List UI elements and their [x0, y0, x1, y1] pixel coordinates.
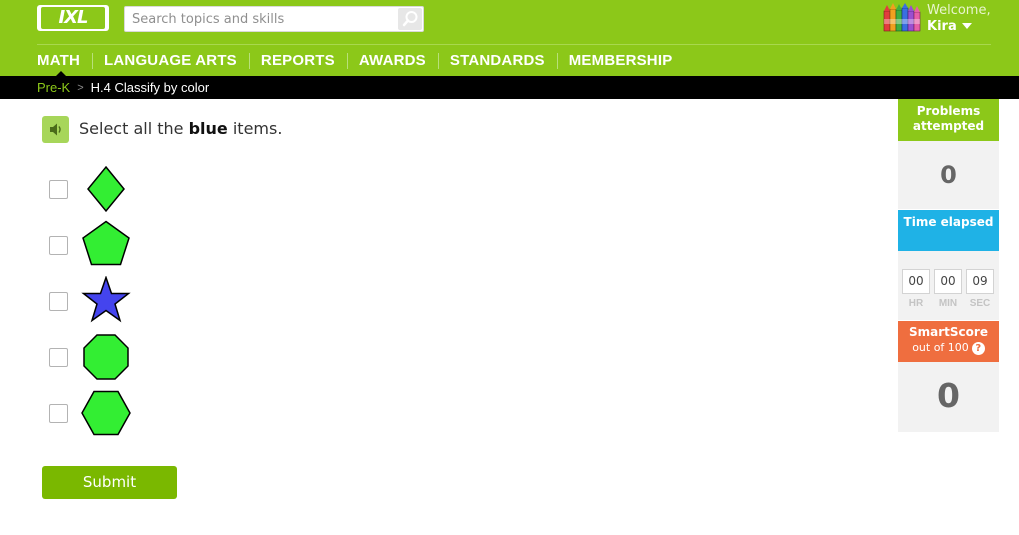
nav-language-arts[interactable]: LANGUAGE ARTS: [92, 50, 249, 72]
problems-attempted-box: 0: [898, 141, 999, 209]
submit-button[interactable]: Submit: [42, 466, 177, 499]
time-elapsed-label: Time elapsed: [903, 215, 994, 229]
nav-reports[interactable]: REPORTS: [248, 50, 347, 72]
blue-star-shape: [81, 276, 131, 323]
main-nav: MATH LANGUAGE ARTS REPORTS AWARDS STANDA…: [37, 50, 685, 77]
breadcrumb-current-skill: H.4 Classify by color: [90, 80, 210, 95]
problems-attempted-label: Problems attempted: [912, 104, 985, 133]
choice-octagon[interactable]: [48, 332, 138, 382]
smartscore-subtitle: out of 100?: [898, 340, 999, 355]
choice-checkbox[interactable]: [49, 404, 68, 423]
choice-checkbox[interactable]: [49, 236, 68, 255]
prompt-target-color: blue: [188, 119, 228, 138]
ixl-logo[interactable]: IXL: [37, 5, 109, 31]
chevron-down-icon: [961, 22, 972, 29]
choice-diamond[interactable]: [48, 164, 138, 214]
smartscore-sub-text: out of 100: [912, 341, 969, 354]
timer-minutes: 00: [934, 269, 962, 294]
user-name[interactable]: Kira: [927, 19, 972, 34]
nav-membership[interactable]: MEMBERSHIP: [556, 50, 685, 72]
green-octagon-shape: [83, 334, 129, 380]
speaker-icon: [50, 123, 61, 136]
breadcrumb: Pre-K > H.4 Classify by color: [37, 76, 209, 99]
prompt-prefix: Select all the: [79, 119, 189, 138]
choice-star[interactable]: [48, 276, 138, 326]
search-input[interactable]: [125, 7, 397, 31]
timer-seconds: 09: [966, 269, 994, 294]
crayons-avatar-icon: [883, 3, 921, 32]
problems-attempted-header: Problems attempted: [898, 99, 999, 141]
prompt-suffix: items.: [227, 119, 283, 138]
choice-checkbox[interactable]: [49, 292, 68, 311]
nav-standards[interactable]: STANDARDS: [437, 50, 557, 72]
choice-checkbox[interactable]: [49, 180, 68, 199]
user-menu[interactable]: Welcome, Kira: [883, 3, 1013, 35]
audio-button[interactable]: [42, 116, 69, 143]
smartscore-box: 0: [898, 362, 999, 432]
choice-checkbox[interactable]: [49, 348, 68, 367]
breadcrumb-separator: >: [77, 81, 84, 94]
breadcrumb-bar: Pre-K > H.4 Classify by color: [0, 76, 1019, 99]
smartscore-value: 0: [937, 376, 960, 415]
user-name-text: Kira: [927, 19, 957, 34]
problems-attempted-value: 0: [940, 161, 957, 189]
logo-text: IXL: [41, 7, 105, 29]
timer-seconds-label: SEC: [969, 298, 991, 309]
green-pentagon-shape: [82, 220, 130, 266]
choice-hexagon[interactable]: [48, 388, 138, 438]
nav-math[interactable]: MATH: [37, 50, 92, 77]
timer-hours-label: HR: [908, 298, 924, 309]
timer-hours: 00: [902, 269, 930, 294]
time-elapsed-header: Time elapsed: [898, 210, 999, 251]
header-divider: [37, 44, 991, 45]
search-button[interactable]: [398, 8, 422, 30]
green-diamond-shape: [87, 165, 125, 213]
nav-awards[interactable]: AWARDS: [346, 50, 438, 72]
search-icon: [402, 11, 418, 27]
smartscore-label: SmartScore: [909, 325, 988, 339]
search-box: [124, 6, 424, 32]
choice-pentagon[interactable]: [48, 220, 138, 270]
green-hexagon-shape: [81, 390, 131, 436]
question-prompt: Select all the blue items.: [79, 119, 282, 138]
welcome-label: Welcome,: [927, 3, 991, 18]
top-header: IXL Welcome, Kira: [0, 0, 1019, 77]
smartscore-header: SmartScore out of 100?: [898, 321, 999, 362]
breadcrumb-grade-link[interactable]: Pre-K: [37, 80, 70, 95]
help-icon[interactable]: ?: [971, 342, 985, 355]
time-elapsed-box: 00 00 09 HR MIN SEC: [898, 251, 999, 320]
timer-minutes-label: MIN: [938, 298, 958, 309]
